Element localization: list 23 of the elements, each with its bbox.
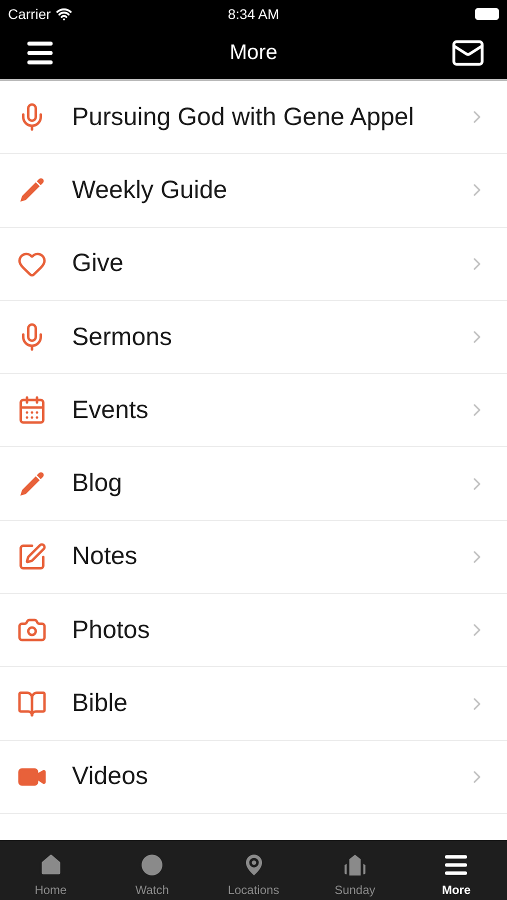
wifi-icon — [56, 6, 72, 22]
tab-bar-item[interactable]: More — [406, 840, 507, 900]
menu-item[interactable]: Bible — [0, 667, 507, 741]
menu-item[interactable]: Photos — [0, 594, 507, 668]
menu-item[interactable]: Notes — [0, 520, 507, 594]
menu-item[interactable]: Sermons — [0, 300, 507, 374]
book-icon — [17, 688, 47, 719]
time-label: 8:34 AM — [228, 6, 280, 22]
menu-item[interactable]: Blog — [0, 447, 507, 521]
menu-item[interactable]: Give — [0, 228, 507, 301]
menu-item[interactable]: Weekly Guide — [0, 154, 507, 228]
menu-item[interactable]: Videos — [0, 740, 507, 814]
battery-icon — [475, 8, 499, 20]
screen-title: More — [230, 41, 278, 65]
carrier-label: Carrier — [8, 6, 51, 22]
tab-bar-item[interactable]: Home — [0, 840, 102, 900]
tab-bar-item[interactable]: Watch — [101, 840, 203, 900]
note-icon — [17, 542, 47, 572]
tab-bar-item[interactable]: Locations — [202, 840, 304, 900]
calendar-icon — [17, 395, 47, 426]
menu-item[interactable]: Pursuing God with Gene Appel — [0, 81, 507, 154]
menu-item[interactable]: Events — [0, 374, 507, 448]
tab-bar-item[interactable]: Sunday — [304, 840, 406, 900]
